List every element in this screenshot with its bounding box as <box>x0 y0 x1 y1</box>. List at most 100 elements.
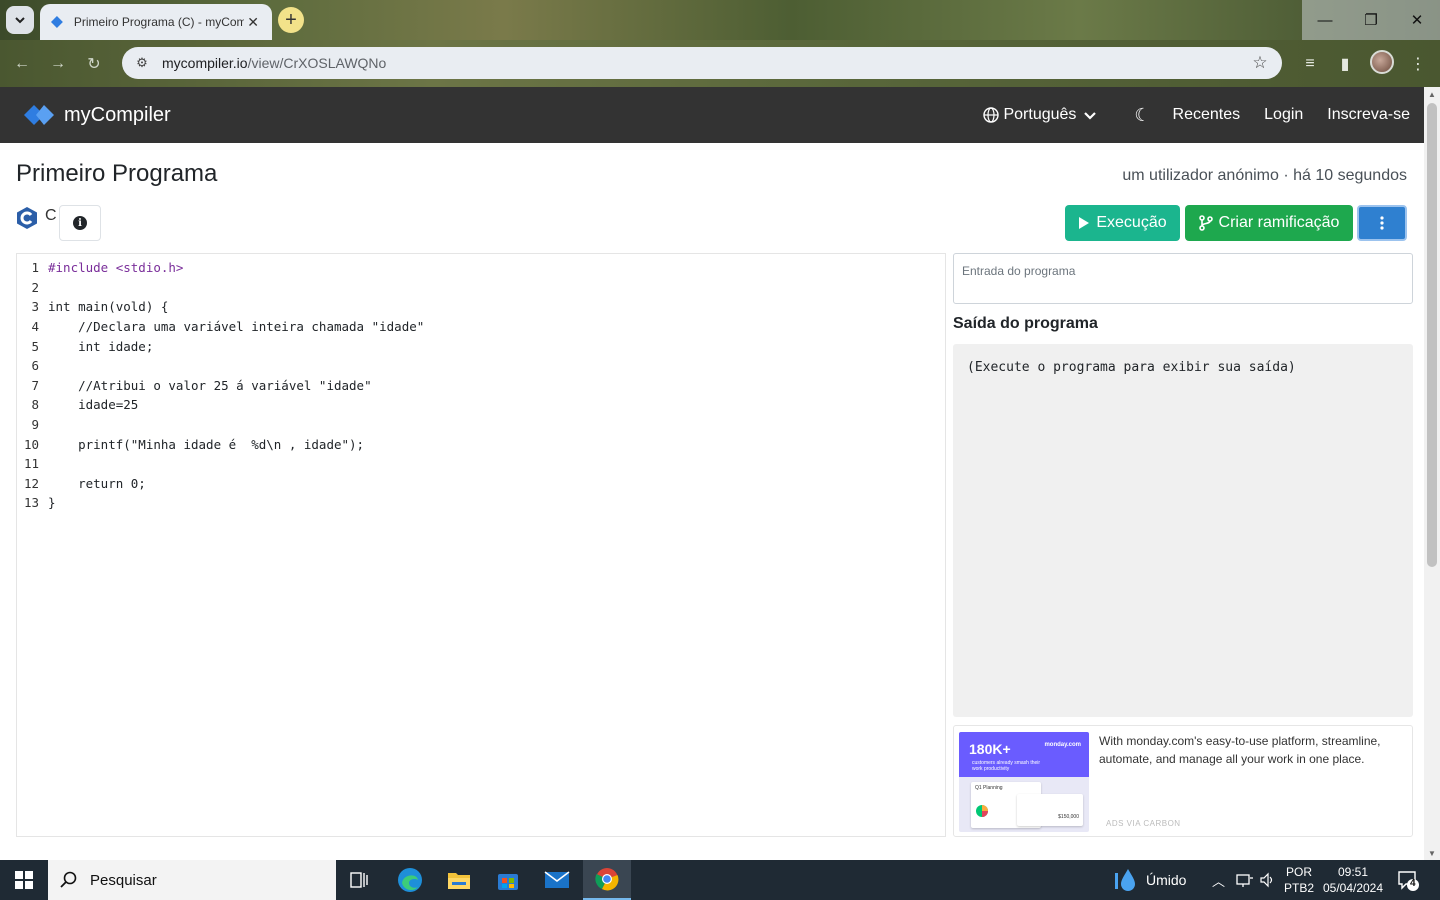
edge-browser-icon[interactable] <box>386 860 434 900</box>
program-output: (Execute o programa para exibir sua saíd… <box>953 344 1413 717</box>
line-number: 11 <box>23 456 39 472</box>
brand-name[interactable]: myCompiler <box>64 104 171 127</box>
code-text: //Declara uma variável inteira chamada "… <box>48 319 425 335</box>
restore-button[interactable]: ❐ <box>1348 0 1394 40</box>
mycompiler-logo-icon[interactable] <box>24 103 54 127</box>
line-number: 7 <box>31 377 39 393</box>
close-window-button[interactable]: ✕ <box>1394 0 1440 40</box>
ad-card-value: $150,000 <box>1058 814 1079 820</box>
dark-mode-toggle-icon[interactable]: ☾ <box>1134 105 1150 126</box>
code-text: #include <stdio.h> <box>48 260 184 276</box>
info-button[interactable]: i <box>59 205 101 241</box>
code-text: //Atribui o valor 25 á variável "idade" <box>48 377 372 393</box>
close-tab-icon[interactable]: ✕ <box>244 13 262 31</box>
side-panel-icon[interactable]: ▮ <box>1332 51 1358 77</box>
task-view-icon[interactable] <box>336 860 384 900</box>
notifications-icon[interactable]: 4 <box>1396 868 1420 892</box>
line-number: 12 <box>23 475 39 491</box>
ad-headline: 180K+ <box>969 741 1011 757</box>
input-language-indicator[interactable]: POR PTB2 <box>1284 864 1314 896</box>
fork-button[interactable]: Criar ramificação <box>1185 205 1353 241</box>
forward-icon[interactable]: → <box>46 52 70 76</box>
page-scrollbar[interactable]: ▲ ▼ <box>1424 87 1440 860</box>
address-bar[interactable]: ⚙ mycompiler.io/view/CrXOSLAWQNo ☆ <box>122 47 1282 79</box>
taskbar-clock[interactable]: 09:51 05/04/2024 <box>1318 864 1388 896</box>
profile-avatar[interactable] <box>1370 50 1394 74</box>
minimize-button[interactable]: — <box>1302 0 1348 40</box>
pie-chart-icon <box>976 805 988 817</box>
info-icon: i <box>73 216 87 230</box>
scroll-up-icon[interactable]: ▲ <box>1424 87 1440 101</box>
code-line[interactable]: 1 #include <stdio.h> <box>17 258 183 278</box>
code-line[interactable]: 4 //Declara uma variável inteira chamada… <box>17 317 424 337</box>
code-line[interactable]: 8 idade=25 <box>17 395 138 415</box>
tab-title: Primeiro Programa (C) - myCompiler <box>73 15 245 29</box>
site-settings-icon[interactable]: ⚙ <box>134 55 150 71</box>
ad-brand: monday.com <box>1044 742 1081 748</box>
reload-icon[interactable]: ↻ <box>82 52 106 76</box>
code-line[interactable]: 6 <box>17 356 39 376</box>
code-line[interactable]: 12 return 0; <box>17 474 146 494</box>
url-path: /view/CrXOSLAWQNo <box>247 55 387 71</box>
clock-date: 05/04/2024 <box>1322 881 1384 895</box>
browser-tab[interactable]: Primeiro Programa (C) - myCompiler ✕ <box>40 4 272 40</box>
line-number: 2 <box>31 279 39 295</box>
code-text: int idade; <box>48 338 154 354</box>
browser-tab-strip: Primeiro Programa (C) - myCompiler ✕ + —… <box>0 0 1440 40</box>
mail-icon[interactable] <box>533 860 581 900</box>
nav-link-recentes[interactable]: Recentes <box>1173 106 1241 124</box>
ad-image[interactable]: 180K+ customers already smash their work… <box>959 732 1089 832</box>
code-line[interactable]: 9 <box>17 415 39 435</box>
browser-menu-icon[interactable]: ⋮ <box>1405 51 1431 77</box>
code-line[interactable]: 10 printf("Minha idade é %d\n , idade"); <box>17 434 364 454</box>
code-line[interactable]: 3 int main(vold) { <box>17 297 168 317</box>
url-host: mycompiler.io <box>162 55 248 71</box>
line-number: 6 <box>31 358 39 374</box>
language-selector[interactable]: Português <box>983 106 1097 124</box>
raindrop-icon <box>1115 869 1135 891</box>
back-icon[interactable]: ← <box>10 52 34 76</box>
scroll-down-icon[interactable]: ▼ <box>1424 846 1440 860</box>
file-explorer-icon[interactable] <box>435 860 483 900</box>
lang-bottom: PTB2 <box>1284 881 1315 895</box>
run-button[interactable]: Execução <box>1065 205 1180 241</box>
code-line[interactable]: 2 <box>17 278 39 298</box>
chrome-icon[interactable] <box>583 860 631 900</box>
code-line[interactable]: 11 <box>17 454 39 474</box>
tray-chevron-up-icon[interactable]: ︿ <box>1212 860 1225 900</box>
code-text: int main(vold) { <box>48 299 169 315</box>
ad-text[interactable]: With monday.com's easy-to-use platform, … <box>1099 732 1404 768</box>
reading-list-icon[interactable]: ≡ <box>1297 51 1323 77</box>
line-number: 3 <box>31 299 39 315</box>
code-line[interactable]: 5 int idade; <box>17 336 153 356</box>
start-button[interactable] <box>0 860 48 900</box>
more-options-button[interactable] <box>1357 205 1407 241</box>
mycompiler-favicon-icon <box>50 16 63 28</box>
carbon-ad[interactable]: 180K+ customers already smash their work… <box>953 725 1413 837</box>
lang-top: POR <box>1286 865 1313 879</box>
weather-label: Úmido <box>1146 872 1187 888</box>
microsoft-store-icon[interactable] <box>484 860 532 900</box>
nav-link-signup[interactable]: Inscreva-se <box>1327 106 1410 124</box>
tab-search-button[interactable] <box>6 6 34 34</box>
taskbar-search[interactable]: Pesquisar <box>48 860 336 900</box>
scroll-thumb[interactable] <box>1427 103 1437 567</box>
line-number: 1 <box>31 260 39 276</box>
bookmark-star-icon[interactable]: ☆ <box>1250 53 1270 73</box>
ad-via-link[interactable]: ADS VIA CARBON <box>1106 819 1181 828</box>
program-input-field[interactable]: Entrada do programa <box>953 253 1413 304</box>
fork-label: Criar ramificação <box>1218 214 1340 231</box>
url-text[interactable]: mycompiler.io/view/CrXOSLAWQNo <box>162 55 1250 71</box>
new-tab-button[interactable]: + <box>278 7 304 33</box>
code-editor[interactable]: 1 #include <stdio.h> 2 3 int main(vold) { … <box>16 253 946 837</box>
browser-toolbar: ← → ↻ ⚙ mycompiler.io/view/CrXOSLAWQNo ☆… <box>0 40 1440 87</box>
code-line[interactable]: 7 //Atribui o valor 25 á variável "idade… <box>17 376 371 396</box>
network-icon[interactable] <box>1236 860 1254 900</box>
volume-icon[interactable] <box>1260 860 1276 900</box>
navbar-right: Português ☾ Recentes Login Inscreva-se <box>983 87 1410 143</box>
program-title: Primeiro Programa <box>16 160 218 187</box>
nav-link-login[interactable]: Login <box>1264 106 1303 124</box>
weather-widget[interactable]: Úmido <box>1112 860 1186 900</box>
line-number: 9 <box>31 417 39 433</box>
code-line[interactable]: 13} <box>17 493 56 513</box>
